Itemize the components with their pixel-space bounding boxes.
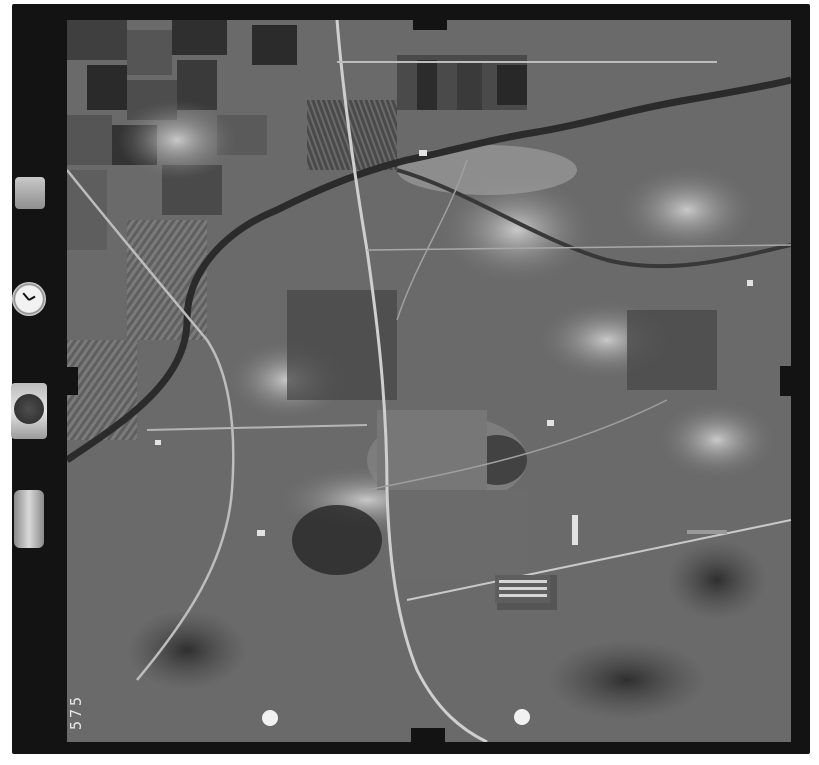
frame-number: 575 [67, 693, 85, 731]
counter-chip [15, 177, 45, 209]
fiducial-mark-icon [413, 4, 447, 30]
building-compound [495, 575, 550, 603]
fiducial-mark-icon [780, 366, 804, 396]
level-bubble-icon [14, 490, 44, 548]
clock-icon [12, 282, 46, 316]
fiducial-mark-icon [58, 367, 78, 395]
film-spot [514, 709, 530, 725]
field-central [377, 410, 487, 490]
aerial-photo [67, 20, 791, 742]
aerial-landscape [67, 20, 791, 742]
fiducial-mark-icon [411, 728, 445, 754]
film-spot [262, 710, 278, 726]
altimeter-icon [11, 383, 47, 439]
